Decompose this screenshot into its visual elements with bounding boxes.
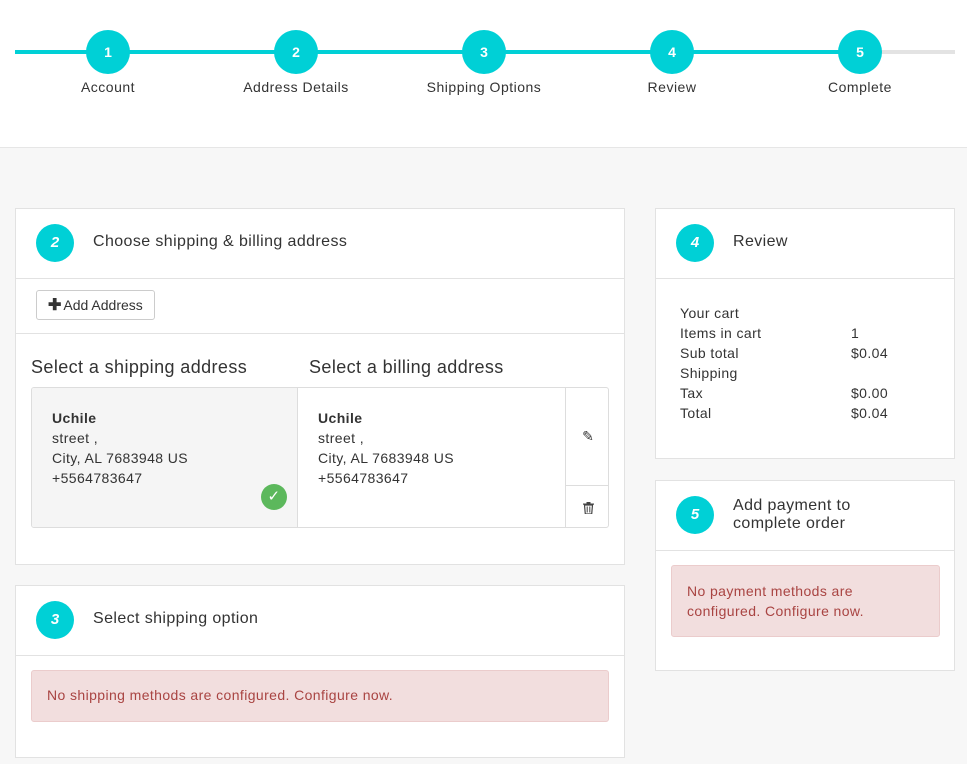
review-panel: 4 Review Your cart Items in cart 1 Sub t… (655, 208, 955, 459)
summary-value: 1 (851, 325, 860, 341)
step-number: 5 (838, 30, 882, 74)
summary-value: $0.04 (851, 345, 889, 361)
payment-panel-title: Add payment to complete order (733, 497, 851, 533)
step-number: 2 (274, 30, 318, 74)
shipping-methods-alert[interactable]: No shipping methods are configured. Conf… (31, 670, 609, 722)
address-actions: ✎ (565, 388, 608, 527)
pencil-icon: ✎ (582, 428, 594, 444)
step-label: Review (647, 79, 697, 95)
address-city: City, AL 7683948 US (318, 450, 455, 466)
step-label: Account (80, 79, 136, 95)
summary-row-total: Total $0.04 (680, 403, 888, 423)
address-street: street , (52, 430, 98, 446)
address-city: City, AL 7683948 US (52, 450, 189, 466)
edit-address-button[interactable]: ✎ (566, 388, 608, 485)
review-panel-header: 4 Review (656, 209, 954, 279)
billing-address-heading: Select a billing address (309, 357, 504, 377)
shipping-option-panel: 3 Select shipping option No shipping met… (15, 585, 625, 758)
step-label: Shipping Options (426, 79, 542, 95)
payment-title-line: Add payment to (733, 497, 851, 514)
shipping-panel-title: Select shipping option (93, 610, 259, 627)
summary-value: $0.00 (851, 385, 889, 401)
step-number: 4 (650, 30, 694, 74)
address-toolbar: ✚ Add Address (16, 279, 624, 334)
step-shipping-options[interactable]: 3 Shipping Options (404, 30, 564, 95)
step-number: 1 (86, 30, 130, 74)
step-complete[interactable]: 5 Complete (780, 30, 940, 95)
shipping-panel-header: 3 Select shipping option (16, 586, 624, 656)
summary-row-shipping: Shipping (680, 363, 880, 383)
step-account[interactable]: 1 Account (28, 30, 188, 95)
plus-icon: ✚ (48, 297, 62, 314)
address-name: Uchile (52, 410, 97, 426)
payment-panel-header: 5 Add payment to complete order (656, 481, 954, 551)
progress-header: 1 Account 2 Address Details 3 Shipping O… (0, 0, 967, 148)
payment-alert-line: configured. Configure now. (687, 603, 864, 619)
summary-value: $0.04 (851, 405, 889, 421)
cart-title: Your cart (680, 305, 740, 321)
section-number-badge: 5 (676, 496, 714, 534)
shipping-address-heading: Select a shipping address (31, 357, 248, 377)
review-panel-title: Review (733, 233, 788, 250)
trash-icon (582, 501, 594, 515)
summary-label: Tax (680, 385, 703, 401)
step-review[interactable]: 4 Review (592, 30, 752, 95)
summary-row-subtotal: Sub total $0.04 (680, 343, 888, 363)
step-number: 3 (462, 30, 506, 74)
delete-address-button[interactable] (566, 485, 608, 527)
cart-summary: Your cart Items in cart 1 Sub total $0.0… (680, 303, 888, 423)
step-label: Complete (828, 79, 892, 95)
shipping-alert-text: No shipping methods are configured. Conf… (47, 687, 394, 703)
address-card: Uchile street , City, AL 7683948 US +556… (31, 387, 609, 528)
address-name: Uchile (318, 410, 363, 426)
summary-row-tax: Tax $0.00 (680, 383, 888, 403)
summary-label: Total (680, 405, 712, 421)
address-street: street , (318, 430, 364, 446)
payment-title-line: complete order (733, 515, 846, 532)
address-phone: +5564783647 (52, 470, 143, 486)
add-address-label: Add Address (63, 297, 143, 313)
summary-row-items: Items in cart 1 (680, 323, 880, 343)
address-phone: +5564783647 (318, 470, 409, 486)
billing-address-option[interactable]: Uchile street , City, AL 7683948 US +556… (298, 388, 565, 527)
step-label: Address Details (243, 79, 349, 95)
section-number-badge: 2 (36, 224, 74, 262)
selected-check-icon: ✓ (261, 484, 287, 510)
address-panel-header: 2 Choose shipping & billing address (16, 209, 624, 279)
step-address-details[interactable]: 2 Address Details (216, 30, 376, 95)
payment-panel: 5 Add payment to complete order No payme… (655, 480, 955, 671)
summary-label: Items in cart (680, 325, 762, 341)
summary-label: Sub total (680, 345, 739, 361)
payment-alert-line: No payment methods are (687, 583, 853, 599)
summary-label: Shipping (680, 365, 738, 381)
section-number-badge: 4 (676, 224, 714, 262)
shipping-address-option[interactable]: Uchile street , City, AL 7683948 US +556… (32, 388, 298, 527)
section-number-badge: 3 (36, 601, 74, 639)
address-panel-title: Choose shipping & billing address (93, 233, 348, 250)
payment-methods-alert[interactable]: No payment methods are configured. Confi… (671, 565, 940, 637)
add-address-button[interactable]: ✚ Add Address (36, 290, 155, 320)
